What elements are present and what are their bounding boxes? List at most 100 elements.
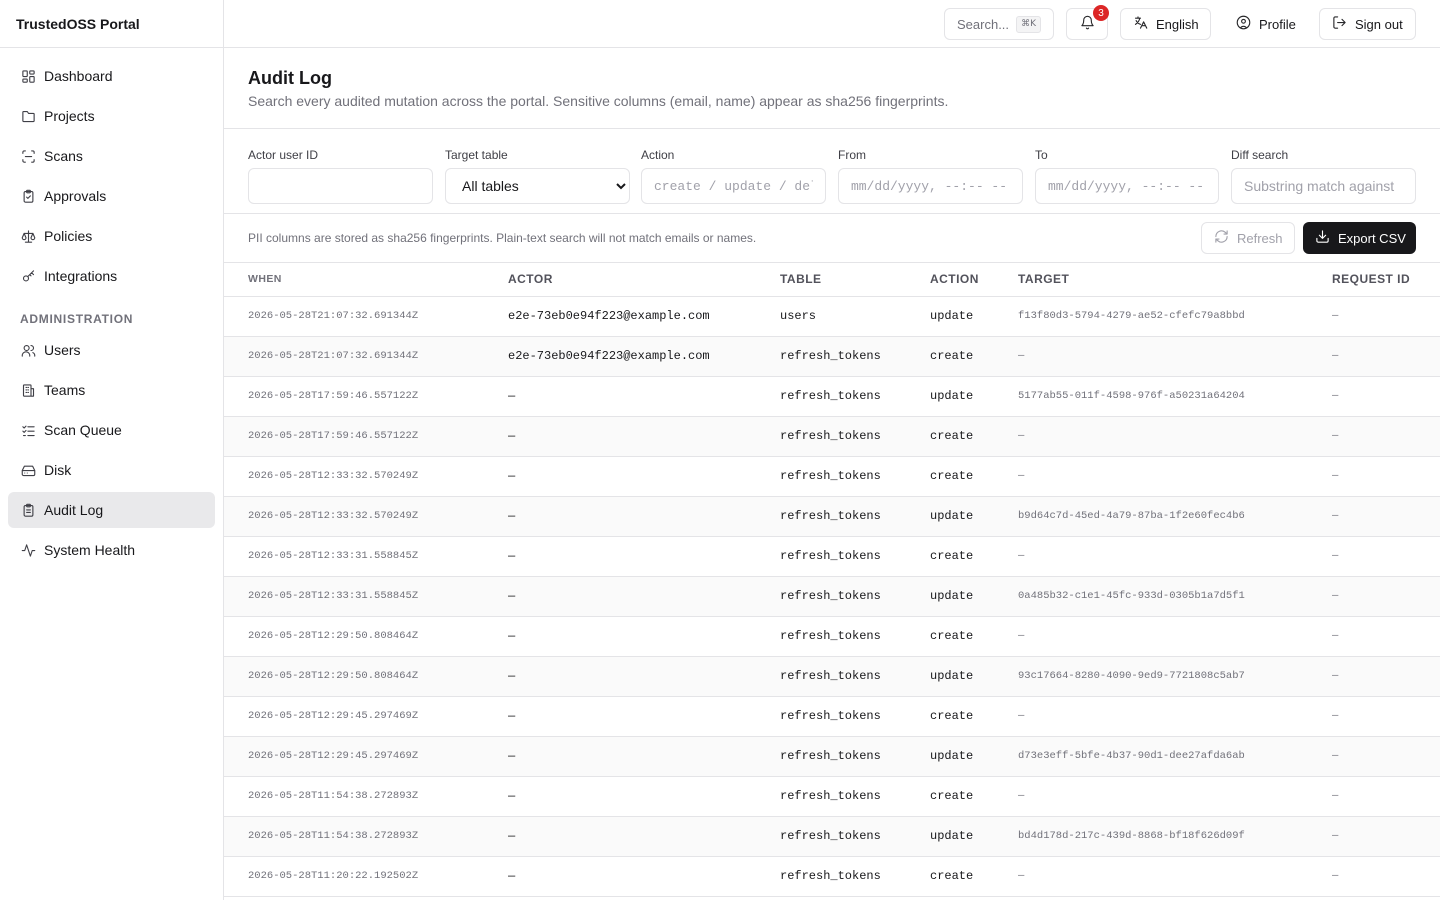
sidebar-item-label: Disk xyxy=(44,462,72,478)
table-row[interactable]: 2026-05-28T17:59:46.557122Z — refresh_toke… xyxy=(224,416,1440,457)
sidebar-item-users[interactable]: Users xyxy=(8,332,215,368)
cell-target: 93c17664-8280-4090-9ed9-7721808c5ab7 xyxy=(1018,656,1332,697)
sidebar-item-integrations[interactable]: Integrations xyxy=(8,258,215,294)
column-header-table[interactable]: TABLE xyxy=(780,263,930,297)
table-row[interactable]: 2026-05-28T17:59:46.557122Z — refresh_toke… xyxy=(224,376,1440,417)
profile-label: Profile xyxy=(1259,16,1296,32)
table-row[interactable]: 2026-05-28T21:07:32.691344Z e2e-73eb0e94f… xyxy=(224,336,1440,377)
cell-target: 5177ab55-011f-4598-976f-a50231a64204 xyxy=(1018,376,1332,417)
table-row[interactable]: 2026-05-28T21:07:32.691344Z e2e-73eb0e94f… xyxy=(224,296,1440,337)
column-header-request-id[interactable]: REQUEST ID xyxy=(1332,263,1440,297)
table-row[interactable]: 2026-05-28T11:54:38.272893Z — refresh_toke… xyxy=(224,776,1440,817)
table-row[interactable]: 2026-05-28T12:33:32.570249Z — refresh_toke… xyxy=(224,496,1440,537)
user-circle-icon xyxy=(1236,15,1251,33)
table-header-row: WHEN ACTOR TABLE ACTION TARGET REQUEST I… xyxy=(224,263,1440,297)
notification-badge: 3 xyxy=(1093,5,1109,21)
page-header: Audit Log Search every audited mutation … xyxy=(224,48,1440,129)
hard-drive-icon xyxy=(20,462,36,478)
sidebar-item-audit-log[interactable]: Audit Log xyxy=(8,492,215,528)
cell-action: create xyxy=(930,696,1018,737)
diff-filter: Diff search xyxy=(1231,148,1416,204)
cell-actor: — xyxy=(508,376,780,417)
sidebar-item-teams[interactable]: Teams xyxy=(8,372,215,408)
cell-actor: e2e-73eb0e94f223@example.com xyxy=(508,296,780,337)
column-header-action[interactable]: ACTION xyxy=(930,263,1018,297)
sidebar-item-policies[interactable]: Policies xyxy=(8,218,215,254)
sidebar-nav: Dashboard Projects Scans Approvals Polic… xyxy=(0,48,223,582)
notifications-button[interactable]: 3 xyxy=(1066,5,1109,40)
sign-out-label: Sign out xyxy=(1355,16,1403,32)
sidebar-item-approvals[interactable]: Approvals xyxy=(8,178,215,214)
target-table-select[interactable]: All tables xyxy=(445,168,630,204)
cell-request-id: — xyxy=(1332,456,1440,497)
table-row[interactable]: 2026-05-28T12:29:50.808464Z — refresh_toke… xyxy=(224,656,1440,697)
language-button[interactable]: English xyxy=(1120,8,1211,40)
refresh-button[interactable]: Refresh xyxy=(1201,222,1295,254)
column-header-target[interactable]: TARGET xyxy=(1018,263,1332,297)
audit-log-table: WHEN ACTOR TABLE ACTION TARGET REQUEST I… xyxy=(224,263,1440,897)
cell-actor: — xyxy=(508,696,780,737)
cell-table: refresh_tokens xyxy=(780,536,930,577)
sidebar-item-projects[interactable]: Projects xyxy=(8,98,215,134)
scale-icon xyxy=(20,228,36,244)
cell-request-id: — xyxy=(1332,816,1440,857)
profile-button[interactable]: Profile xyxy=(1223,8,1311,40)
sidebar-item-dashboard[interactable]: Dashboard xyxy=(8,58,215,94)
bell-icon xyxy=(1080,15,1095,33)
cell-action: create xyxy=(930,456,1018,497)
table-row[interactable]: 2026-05-28T11:54:38.272893Z — refresh_toke… xyxy=(224,816,1440,857)
sidebar-item-label: Dashboard xyxy=(44,68,113,84)
cell-table: refresh_tokens xyxy=(780,856,930,897)
folder-icon xyxy=(20,108,36,124)
cell-target: — xyxy=(1018,536,1332,577)
search-button[interactable]: Search... ⌘K xyxy=(944,8,1054,40)
table-row[interactable]: 2026-05-28T12:29:50.808464Z — refresh_toke… xyxy=(224,616,1440,657)
sidebar-item-scans[interactable]: Scans xyxy=(8,138,215,174)
cell-request-id: — xyxy=(1332,496,1440,537)
sidebar-item-label: Teams xyxy=(44,382,86,398)
sidebar-item-label: Scan Queue xyxy=(44,422,122,438)
column-header-actor[interactable]: ACTOR xyxy=(508,263,780,297)
sidebar-item-disk[interactable]: Disk xyxy=(8,452,215,488)
table-row[interactable]: 2026-05-28T12:29:45.297469Z — refresh_toke… xyxy=(224,736,1440,777)
table-row[interactable]: 2026-05-28T12:33:32.570249Z — refresh_toke… xyxy=(224,456,1440,497)
table-row[interactable]: 2026-05-28T12:29:45.297469Z — refresh_toke… xyxy=(224,696,1440,737)
column-header-when[interactable]: WHEN xyxy=(224,263,508,297)
cell-action: create xyxy=(930,336,1018,377)
download-icon xyxy=(1315,229,1338,247)
cell-request-id: — xyxy=(1332,656,1440,697)
to-datetime-input[interactable] xyxy=(1035,168,1219,204)
key-icon xyxy=(20,268,36,284)
actor-user-id-input[interactable] xyxy=(248,168,433,204)
table-row[interactable]: 2026-05-28T12:33:31.558845Z — refresh_toke… xyxy=(224,536,1440,577)
cell-target: bd4d178d-217c-439d-8868-bf18f626d09f xyxy=(1018,816,1332,857)
cell-target: — xyxy=(1018,416,1332,457)
sign-out-button[interactable]: Sign out xyxy=(1319,8,1416,40)
cell-action: update xyxy=(930,496,1018,537)
cell-table: refresh_tokens xyxy=(780,776,930,817)
translate-icon xyxy=(1133,15,1148,33)
pii-notice: PII columns are stored as sha256 fingerp… xyxy=(248,231,757,245)
page-title: Audit Log xyxy=(248,68,332,88)
cell-target: — xyxy=(1018,776,1332,817)
sidebar-item-scan-queue[interactable]: Scan Queue xyxy=(8,412,215,448)
cell-actor: — xyxy=(508,576,780,617)
from-datetime-input[interactable] xyxy=(838,168,1023,204)
cell-request-id: — xyxy=(1332,336,1440,377)
app-title[interactable]: TrustedOSS Portal xyxy=(0,0,223,48)
action-input[interactable] xyxy=(641,168,826,204)
table-row[interactable]: 2026-05-28T11:20:22.192502Z — refresh_toke… xyxy=(224,856,1440,897)
cell-target: f13f80d3-5794-4279-ae52-cfefc79a8bbd xyxy=(1018,296,1332,337)
sidebar-item-system-health[interactable]: System Health xyxy=(8,532,215,568)
search-label: Search... xyxy=(957,16,1010,32)
cell-when: 2026-05-28T12:29:50.808464Z xyxy=(224,616,508,657)
cell-table: refresh_tokens xyxy=(780,576,930,617)
cell-when: 2026-05-28T12:29:45.297469Z xyxy=(224,736,508,777)
sidebar-item-label: System Health xyxy=(44,542,136,558)
export-csv-button[interactable]: Export CSV xyxy=(1303,222,1416,254)
table-row[interactable]: 2026-05-28T12:33:31.558845Z — refresh_toke… xyxy=(224,576,1440,617)
cell-when: 2026-05-28T11:54:38.272893Z xyxy=(224,776,508,817)
to-filter: To xyxy=(1035,148,1219,204)
cell-when: 2026-05-28T12:29:50.808464Z xyxy=(224,656,508,697)
diff-search-input[interactable] xyxy=(1231,168,1416,204)
